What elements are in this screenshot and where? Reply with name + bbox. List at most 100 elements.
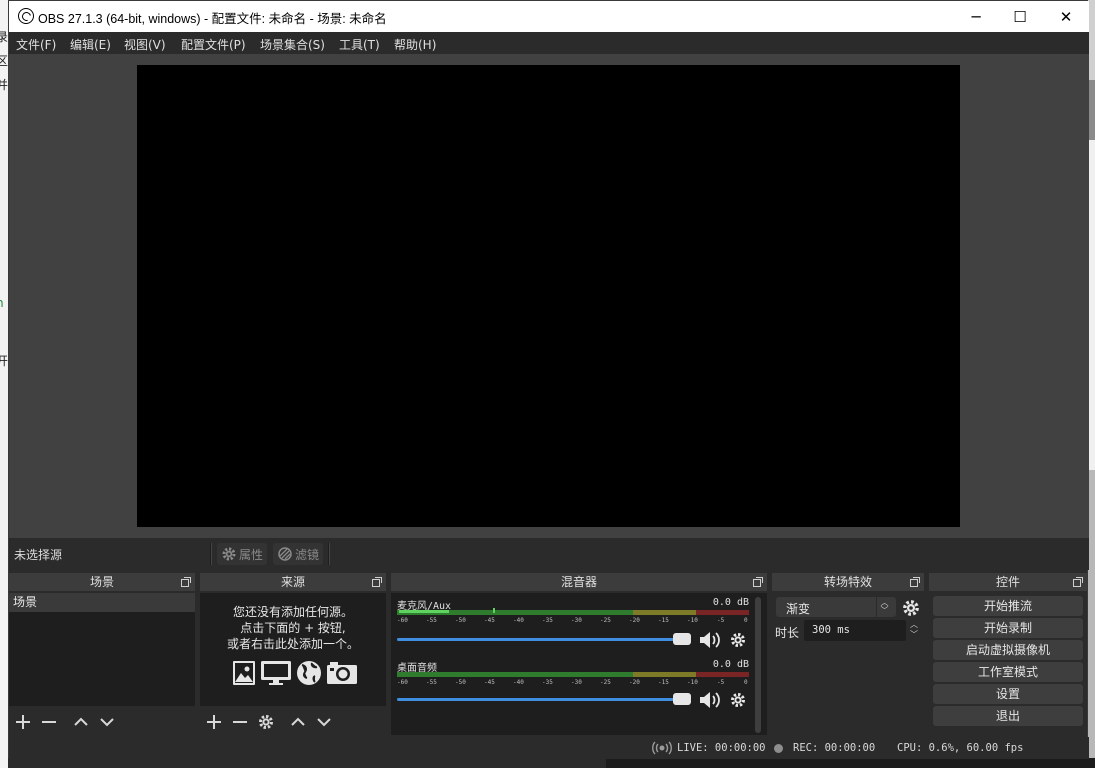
start-streaming-button[interactable]: 开始推流 bbox=[933, 596, 1083, 616]
gear-icon[interactable] bbox=[730, 632, 746, 648]
title-bar: OBS 27.1.3 (64-bit, windows) - 配置文件: 未命名… bbox=[9, 1, 1089, 32]
menu-view[interactable]: 视图(V) bbox=[124, 36, 166, 53]
move-source-down-button[interactable] bbox=[314, 712, 334, 732]
broadcast-icon bbox=[652, 741, 672, 755]
menu-file[interactable]: 文件(F) bbox=[16, 36, 56, 53]
studio-mode-button[interactable]: 工作室模式 bbox=[933, 662, 1083, 682]
sources-empty-message: 您还没有添加任何源。 点击下面的 + 按钮, 或者右击此处添加一个。 bbox=[200, 604, 386, 652]
start-recording-button[interactable]: 开始录制 bbox=[933, 618, 1083, 638]
transitions-dock: 转场特效 渐变 ︿ ﹀ 时长 300 ms ︿ ﹀ bbox=[772, 573, 924, 736]
camera-icon bbox=[327, 662, 357, 684]
volume-slider[interactable] bbox=[397, 698, 687, 701]
mixer-body: 麦克风/Aux 0.0 dB -60 -55 -50 -45 -40 -35 -… bbox=[391, 593, 767, 735]
gear-icon[interactable] bbox=[902, 599, 920, 617]
source-toolbar: 未选择源 属性 滤镜 bbox=[9, 538, 1089, 570]
speaker-icon[interactable] bbox=[699, 631, 723, 649]
add-source-button[interactable] bbox=[204, 712, 224, 732]
properties-button[interactable]: 属性 bbox=[217, 543, 268, 565]
minimize-icon: ─ bbox=[971, 7, 981, 26]
add-scene-button[interactable] bbox=[13, 712, 33, 732]
volume-slider-handle[interactable] bbox=[673, 693, 691, 705]
chevron-up-icon bbox=[74, 717, 88, 726]
preview-area bbox=[9, 54, 1089, 538]
empty-line: 或者右击此处添加一个。 bbox=[226, 637, 359, 651]
source-properties-button[interactable] bbox=[256, 712, 276, 732]
window-title: OBS 27.1.3 (64-bit, windows) - 配置文件: 未命名… bbox=[38, 12, 387, 26]
close-icon: ✕ bbox=[1059, 7, 1073, 26]
dock-float-icon[interactable] bbox=[372, 577, 382, 587]
menu-scene-collection[interactable]: 场景集合(S) bbox=[260, 36, 325, 53]
mixer-dock: 混音器 麦克风/Aux 0.0 dB -60 -55 -50 -45 -40 -… bbox=[391, 573, 767, 736]
volume-slider[interactable] bbox=[397, 638, 687, 641]
speaker-icon[interactable] bbox=[699, 691, 723, 709]
toolbar-separator bbox=[210, 543, 212, 565]
mixer-scrollbar[interactable] bbox=[755, 597, 761, 733]
filters-label: 滤镜 bbox=[295, 547, 320, 562]
filters-button[interactable]: 滤镜 bbox=[273, 543, 324, 565]
minus-icon bbox=[42, 721, 56, 723]
preview-canvas[interactable] bbox=[137, 65, 960, 527]
volume-slider-handle[interactable] bbox=[673, 633, 691, 645]
taskbar-fragment bbox=[606, 758, 1095, 768]
source-type-icons bbox=[232, 660, 358, 686]
sources-list[interactable]: 您还没有添加任何源。 点击下面的 + 按钮, 或者右击此处添加一个。 bbox=[200, 593, 386, 706]
controls-dock: 控件 开始推流 开始录制 启动虚拟摄像机 工作室模式 设置 退出 bbox=[929, 573, 1087, 736]
toolbar-separator bbox=[328, 543, 330, 565]
minus-icon bbox=[233, 721, 247, 723]
duration-label: 时长 bbox=[775, 626, 800, 640]
gear-icon bbox=[259, 715, 273, 729]
dock-float-icon[interactable] bbox=[910, 577, 920, 587]
transition-select[interactable]: 渐变 ︿ ﹀ bbox=[776, 597, 896, 617]
menu-bar: 文件(F) 编辑(E) 视图(V) 配置文件(P) 场景集合(S) 工具(T) … bbox=[9, 32, 1089, 54]
empty-line: 您还没有添加任何源。 bbox=[232, 605, 353, 619]
sources-dock-title: 来源 bbox=[200, 573, 386, 591]
status-bar: LIVE: 00:00:00 REC: 00:00:00 CPU: 0.6%, … bbox=[9, 737, 1089, 759]
menu-profile[interactable]: 配置文件(P) bbox=[181, 36, 246, 53]
duration-input[interactable]: 300 ms bbox=[804, 620, 906, 641]
move-source-up-button[interactable] bbox=[288, 712, 308, 732]
gear-icon[interactable] bbox=[730, 692, 746, 708]
maximize-button[interactable]: ☐ bbox=[997, 1, 1043, 32]
menu-help[interactable]: 帮助(H) bbox=[394, 36, 436, 53]
obs-logo-icon bbox=[18, 8, 34, 24]
minimize-button[interactable]: ─ bbox=[953, 1, 999, 32]
globe-icon bbox=[297, 661, 321, 685]
menu-edit[interactable]: 编辑(E) bbox=[70, 36, 111, 53]
scenes-list[interactable]: 场景 bbox=[9, 593, 195, 706]
transitions-dock-title: 转场特效 bbox=[772, 573, 924, 591]
channel-db: 0.0 dB bbox=[712, 659, 749, 670]
chevron-down-icon bbox=[317, 718, 331, 727]
settings-button[interactable]: 设置 bbox=[933, 684, 1083, 704]
gear-icon bbox=[222, 547, 236, 561]
rec-status: REC: 00:00:00 bbox=[793, 742, 876, 754]
dock-float-icon[interactable] bbox=[753, 577, 763, 587]
duration-spinner[interactable]: ︿ ﹀ bbox=[906, 620, 922, 641]
scenes-footer bbox=[9, 709, 195, 735]
scene-item[interactable]: 场景 bbox=[9, 593, 195, 612]
dock-float-icon[interactable] bbox=[181, 577, 191, 587]
no-source-selected-label: 未选择源 bbox=[14, 548, 63, 562]
dock-float-icon[interactable] bbox=[1073, 577, 1083, 587]
exit-button[interactable]: 退出 bbox=[933, 706, 1083, 726]
duration-value: 300 ms bbox=[812, 624, 850, 636]
filter-icon bbox=[278, 547, 292, 561]
cpu-fps-status: CPU: 0.6%, 60.00 fps bbox=[897, 742, 1024, 754]
plus-icon bbox=[207, 715, 221, 729]
remove-scene-button[interactable] bbox=[39, 712, 59, 732]
background-window-fragment: 录 区 并 n 开 bbox=[0, 0, 8, 768]
move-scene-up-button[interactable] bbox=[71, 712, 91, 732]
mixer-dock-title: 混音器 bbox=[391, 573, 767, 591]
meter-scale: -60 -55 -50 -45 -40 -35 -30 -25 -20 -15 … bbox=[397, 679, 748, 686]
display-icon bbox=[261, 661, 291, 685]
sources-dock: 来源 您还没有添加任何源。 点击下面的 + 按钮, 或者右击此处添加一个。 bbox=[200, 573, 386, 736]
move-scene-down-button[interactable] bbox=[97, 712, 117, 732]
scenes-dock: 场景 场景 bbox=[9, 573, 195, 736]
menu-tools[interactable]: 工具(T) bbox=[339, 36, 380, 53]
plus-icon bbox=[16, 715, 30, 729]
start-virtual-camera-button[interactable]: 启动虚拟摄像机 bbox=[933, 640, 1083, 660]
meter-level-fill bbox=[399, 610, 449, 613]
background-window-fragment-right bbox=[1088, 0, 1095, 768]
remove-source-button[interactable] bbox=[230, 712, 250, 732]
close-button[interactable]: ✕ bbox=[1043, 1, 1089, 32]
obs-window: OBS 27.1.3 (64-bit, windows) - 配置文件: 未命名… bbox=[8, 0, 1089, 759]
